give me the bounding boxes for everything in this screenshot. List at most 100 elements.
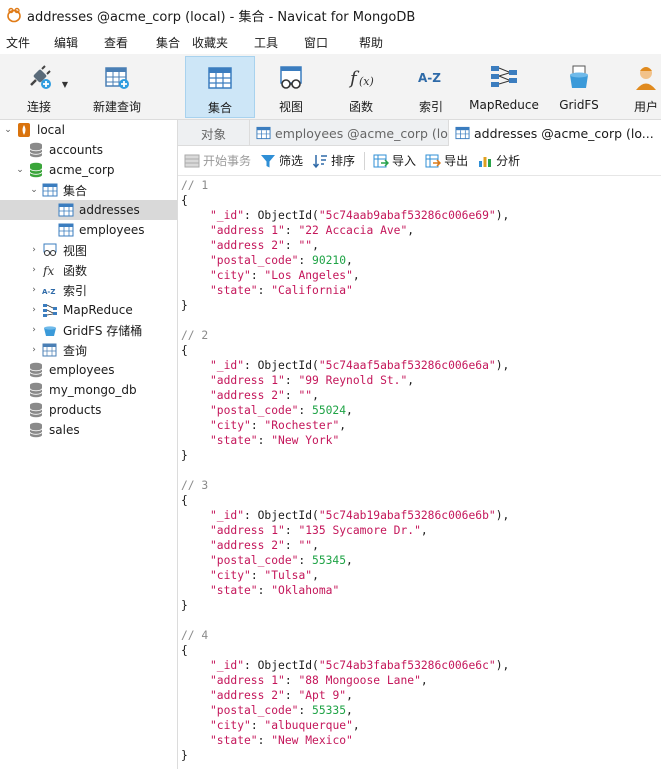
document[interactable]: // 1 { "_id": ObjectId("5c74aab9abaf5328…	[181, 178, 661, 313]
field-postal-code[interactable]: "postal_code": 55335,	[181, 703, 661, 718]
field-id[interactable]: "_id": ObjectId("5c74ab3fabaf53286c006e6…	[181, 658, 661, 673]
filter-funnel-icon	[260, 153, 276, 169]
expand-arrow-icon[interactable]: ›	[28, 305, 40, 315]
menu-favorites[interactable]: 收藏夹	[186, 34, 248, 51]
tree-node-employees-db[interactable]: employees	[0, 360, 177, 380]
sort-label: 排序	[331, 154, 356, 168]
field-postal-code[interactable]: "postal_code": 55345,	[181, 553, 661, 568]
tree-node-addresses[interactable]: addresses	[0, 200, 177, 220]
menu-edit[interactable]: 编辑	[48, 34, 98, 51]
gridfs-button[interactable]: GridFS	[546, 56, 612, 118]
export-button[interactable]: 导出	[425, 152, 468, 169]
menu-window[interactable]: 窗口	[298, 34, 353, 51]
tree-node-indexes[interactable]: › A-Z 索引	[0, 280, 177, 300]
field-address1[interactable]: "address 1": "135 Sycamore Dr.",	[181, 523, 661, 538]
tree-node-collections[interactable]: ⌄ 集合	[0, 180, 177, 200]
svg-text:(x): (x)	[359, 75, 374, 88]
tree-node-gridfs[interactable]: › GridFS 存储桶	[0, 320, 177, 340]
tree-node-products[interactable]: products	[0, 400, 177, 420]
filter-button[interactable]: 筛选	[260, 152, 303, 169]
document[interactable]: // 4 { "_id": ObjectId("5c74ab3fabaf5328…	[181, 628, 661, 763]
import-button[interactable]: 导入	[373, 152, 416, 169]
export-label: 导出	[444, 154, 469, 168]
tree-node-sales[interactable]: sales	[0, 420, 177, 440]
tab-objects[interactable]: 对象	[178, 120, 250, 146]
tree-node-queries[interactable]: › 查询	[0, 340, 177, 360]
field-id[interactable]: "_id": ObjectId("5c74aab9abaf53286c006e6…	[181, 208, 661, 223]
svg-text:A-Z: A-Z	[42, 288, 55, 296]
document[interactable]: // 2 { "_id": ObjectId("5c74aaf5abaf5328…	[181, 328, 661, 463]
tree-node-functions[interactable]: › fx 函数	[0, 260, 177, 280]
close-brace: }	[181, 449, 188, 462]
index-button[interactable]: A-Z 索引	[398, 56, 464, 118]
export-icon	[425, 153, 442, 169]
tab-objects-label: 对象	[200, 126, 226, 142]
function-fx-icon: fx	[42, 262, 58, 278]
tab-addresses[interactable]: addresses @acme_corp (lo...	[449, 120, 661, 146]
field-id[interactable]: "_id": ObjectId("5c74aaf5abaf53286c006e6…	[181, 358, 661, 373]
field-city[interactable]: "city": "albuquerque",	[181, 718, 661, 733]
expand-arrow-icon[interactable]: ›	[28, 245, 40, 255]
tree-node-mapreduce[interactable]: › MapReduce	[0, 300, 177, 320]
menu-collection[interactable]: 集合	[150, 34, 186, 51]
field-address1[interactable]: "address 1": "22 Accacia Ave",	[181, 223, 661, 238]
tree-node-accounts[interactable]: accounts	[0, 140, 177, 160]
mapreduce-button[interactable]: MapReduce	[466, 56, 542, 118]
field-state[interactable]: "state": "New Mexico"	[181, 733, 661, 748]
collection-icon	[58, 222, 74, 238]
menu-tools[interactable]: 工具	[248, 34, 298, 51]
field-address2[interactable]: "address 2": "Apt 9",	[181, 688, 661, 703]
begin-transaction-button[interactable]: 开始事务	[184, 152, 251, 169]
field-city[interactable]: "city": "Tulsa",	[181, 568, 661, 583]
menu-file[interactable]: 文件	[0, 34, 48, 51]
collection-folder-icon	[42, 182, 58, 198]
collapse-arrow-icon[interactable]: ⌄	[28, 185, 40, 195]
user-button[interactable]: 用户	[616, 56, 661, 118]
tree-label-views: 视图	[63, 243, 88, 258]
collapse-arrow-icon[interactable]: ⌄	[2, 125, 14, 135]
expand-arrow-icon[interactable]: ›	[28, 345, 40, 355]
tab-employees[interactable]: employees @acme_corp (lo...	[250, 120, 449, 146]
field-state[interactable]: "state": "Oklahoma"	[181, 583, 661, 598]
field-address2[interactable]: "address 2": "",	[181, 238, 661, 253]
function-button[interactable]: f (x) 函数	[328, 56, 394, 118]
new-query-button[interactable]: 新建查询	[84, 56, 150, 118]
field-city[interactable]: "city": "Rochester",	[181, 418, 661, 433]
field-address2[interactable]: "address 2": "",	[181, 538, 661, 553]
mongodb-server-icon	[16, 122, 32, 138]
expand-arrow-icon[interactable]: ›	[28, 325, 40, 335]
document[interactable]: // 3 { "_id": ObjectId("5c74ab19abaf5328…	[181, 478, 661, 613]
field-address1[interactable]: "address 1": "99 Reynold St.",	[181, 373, 661, 388]
tree-label-acme-corp: acme_corp	[49, 163, 115, 177]
tree-label-products: products	[49, 403, 102, 417]
expand-arrow-icon[interactable]: ›	[28, 265, 40, 275]
tree-node-my-mongo-db[interactable]: my_mongo_db	[0, 380, 177, 400]
tree-node-local[interactable]: ⌄ local	[0, 120, 177, 140]
field-address2[interactable]: "address 2": "",	[181, 388, 661, 403]
field-state[interactable]: "state": "New York"	[181, 433, 661, 448]
connect-dropdown-icon[interactable]: ▼	[62, 80, 68, 89]
menu-view[interactable]: 查看	[98, 34, 150, 51]
view-button[interactable]: 视图	[258, 56, 324, 118]
user-label: 用户	[633, 100, 658, 114]
field-address1[interactable]: "address 1": "88 Mongoose Lane",	[181, 673, 661, 688]
tree-node-employees-collection[interactable]: employees	[0, 220, 177, 240]
field-id[interactable]: "_id": ObjectId("5c74ab19abaf53286c006e6…	[181, 508, 661, 523]
analyze-button[interactable]: 分析	[477, 152, 520, 169]
field-postal-code[interactable]: "postal_code": 90210,	[181, 253, 661, 268]
tree-node-acme-corp[interactable]: ⌄ acme_corp	[0, 160, 177, 180]
field-state[interactable]: "state": "California"	[181, 283, 661, 298]
sort-button[interactable]: 排序	[312, 152, 355, 169]
tree-node-views[interactable]: › 视图	[0, 240, 177, 260]
menu-help[interactable]: 帮助	[353, 34, 403, 51]
field-postal-code[interactable]: "postal_code": 55024,	[181, 403, 661, 418]
tab-employees-label: employees @acme_corp (lo...	[275, 125, 449, 141]
document-editor[interactable]: // 1 { "_id": ObjectId("5c74aab9abaf5328…	[178, 176, 661, 769]
connect-button[interactable]: 连接 ▼	[6, 56, 72, 118]
collection-button[interactable]: 集合	[185, 56, 255, 118]
query-icon	[42, 342, 58, 358]
database-gray-icon	[28, 382, 44, 398]
expand-arrow-icon[interactable]: ›	[28, 285, 40, 295]
field-city[interactable]: "city": "Los Angeles",	[181, 268, 661, 283]
collapse-arrow-icon[interactable]: ⌄	[14, 165, 26, 175]
